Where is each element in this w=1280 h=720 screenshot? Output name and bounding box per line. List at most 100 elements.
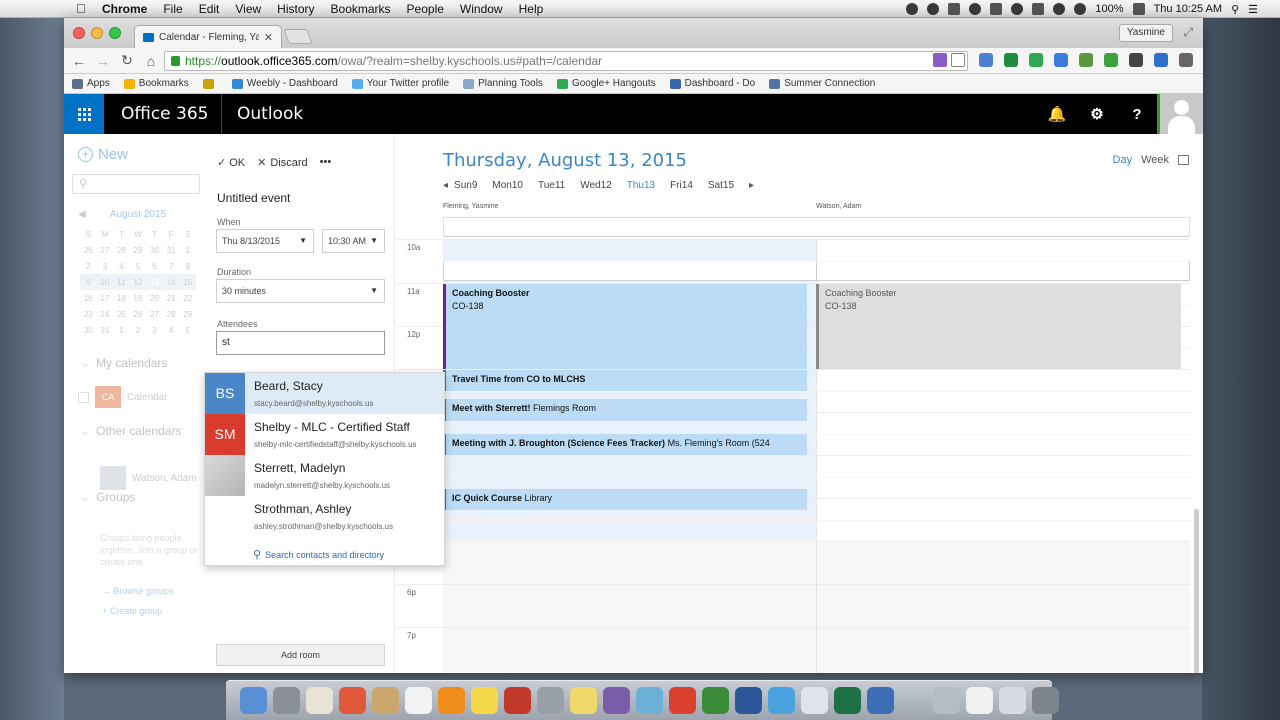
app-icon[interactable] xyxy=(603,686,630,714)
mini-day[interactable]: 22 xyxy=(179,290,196,306)
bookmark-item[interactable]: Summer Connection xyxy=(769,78,875,89)
chrome-icon[interactable] xyxy=(339,686,366,714)
status-icon[interactable] xyxy=(990,3,1003,15)
outlook-app-name[interactable]: Outlook xyxy=(237,104,303,124)
new-event-button[interactable]: + New xyxy=(78,146,128,163)
bookmark-item[interactable]: Weebly - Dashboard xyxy=(231,78,338,89)
app-icon[interactable] xyxy=(306,686,333,714)
menu-edit[interactable]: Edit xyxy=(199,2,220,16)
zoom-window-button[interactable] xyxy=(109,27,121,39)
day-sat[interactable]: Sat15 xyxy=(708,180,734,191)
mini-day[interactable]: 2 xyxy=(80,258,97,274)
mini-day[interactable]: 15 xyxy=(179,274,196,290)
app-icon[interactable] xyxy=(372,686,399,714)
other-calendars-section[interactable]: ⌄ Other calendars xyxy=(80,424,181,438)
mini-day[interactable]: 4 xyxy=(163,322,180,338)
event-meet-sterrett[interactable]: Meet with Sterrett! Flemings Room xyxy=(443,399,807,421)
mini-day[interactable]: 4 xyxy=(113,258,130,274)
calendar-icon[interactable] xyxy=(405,686,432,714)
chrome-menu-icon[interactable] xyxy=(1179,53,1193,67)
suggestion-beard-stacy[interactable]: BS Beard, Stacy stacy.beard@shelby.kysch… xyxy=(205,373,444,414)
itunes-icon[interactable] xyxy=(801,686,828,714)
app-icon[interactable] xyxy=(867,686,894,714)
menu-history[interactable]: History xyxy=(277,2,314,16)
app-icon[interactable] xyxy=(669,686,696,714)
trash-icon[interactable] xyxy=(1032,686,1059,714)
mini-day[interactable]: 26 xyxy=(130,306,147,322)
bookmark-item[interactable]: Dashboard - Do xyxy=(669,78,755,89)
preferences-icon[interactable] xyxy=(537,686,564,714)
scrollbar[interactable] xyxy=(1194,509,1199,673)
address-bar[interactable]: https://outlook.office365.com/owa/?realm… xyxy=(164,51,968,71)
mini-day[interactable]: 31 xyxy=(163,242,180,258)
extension-icon[interactable] xyxy=(1054,53,1068,67)
tab-calendar[interactable]: Calendar - Fleming, Yasmine ✕ xyxy=(134,25,282,48)
profile-button[interactable]: Yasmine xyxy=(1118,24,1173,42)
mini-day[interactable]: 12 xyxy=(129,274,147,290)
mini-day[interactable]: 18 xyxy=(113,290,130,306)
wifi-icon[interactable] xyxy=(1053,3,1066,15)
close-window-button[interactable] xyxy=(73,27,85,39)
calendar-checkbox[interactable] xyxy=(78,391,89,403)
help-icon[interactable]: ? xyxy=(1117,94,1157,134)
mini-day[interactable]: 23 xyxy=(80,306,97,322)
extension-icon[interactable] xyxy=(933,53,947,67)
mini-day[interactable]: 9 xyxy=(80,274,97,290)
app-icon[interactable] xyxy=(768,686,795,714)
mini-day[interactable]: 21 xyxy=(163,290,180,306)
mini-day[interactable]: 26 xyxy=(80,242,97,258)
volume-icon[interactable] xyxy=(1074,3,1087,15)
finder-icon[interactable] xyxy=(240,686,267,714)
groups-section[interactable]: ⌄ Groups xyxy=(80,490,135,504)
launchpad-icon[interactable] xyxy=(273,686,300,714)
back-button[interactable]: ← xyxy=(72,53,86,69)
new-event-slot-watson[interactable] xyxy=(816,261,1190,281)
menu-help[interactable]: Help xyxy=(519,2,544,16)
more-options-icon[interactable]: ••• xyxy=(320,156,332,169)
menu-view[interactable]: View xyxy=(235,2,261,16)
mini-day[interactable]: 14 xyxy=(162,274,180,290)
evernote-icon[interactable] xyxy=(702,686,729,714)
extension-icon[interactable] xyxy=(1029,53,1043,67)
event-coaching-booster-watson[interactable]: Coaching Booster CO-138 xyxy=(816,284,1181,369)
mini-day[interactable]: 16 xyxy=(80,290,97,306)
mini-day[interactable]: 30 xyxy=(146,242,163,258)
mini-day[interactable]: 20 xyxy=(146,290,163,306)
browse-groups-link[interactable]: → Browse groups xyxy=(102,586,174,596)
menu-people[interactable]: People xyxy=(407,2,444,16)
day-mon[interactable]: Mon10 xyxy=(492,180,523,191)
suggestion-mlc-certified-staff[interactable]: SM Shelby - MLC - Certified Staff shelby… xyxy=(205,414,444,455)
status-icon[interactable] xyxy=(1032,3,1045,15)
mini-day[interactable]: 11 xyxy=(113,274,130,290)
bookmark-item[interactable] xyxy=(202,78,218,89)
event-ic-quick-course[interactable]: IC Quick Course Library xyxy=(443,489,807,510)
battery-percent[interactable]: 100% xyxy=(1095,3,1123,15)
day-sun[interactable]: Sun9 xyxy=(454,180,477,191)
notification-center-icon[interactable]: ☰ xyxy=(1248,3,1258,16)
mini-day[interactable]: 3 xyxy=(146,322,163,338)
menu-window[interactable]: Window xyxy=(460,2,503,16)
event-title-field[interactable]: Untitled event xyxy=(217,191,290,205)
home-button[interactable]: ⌂ xyxy=(144,53,158,69)
day-fri[interactable]: Fri14 xyxy=(670,180,693,191)
bookmark-item[interactable]: Google+ Hangouts xyxy=(556,78,656,89)
gear-icon[interactable]: ⚙ xyxy=(1077,94,1117,134)
mini-day[interactable]: 19 xyxy=(130,290,147,306)
day-thu[interactable]: Thu13 xyxy=(627,180,655,191)
clock[interactable]: Thu 10:25 AM xyxy=(1154,3,1223,15)
status-icon[interactable] xyxy=(969,3,982,15)
app-icon[interactable] xyxy=(933,686,960,714)
mini-day[interactable]: 27 xyxy=(97,242,114,258)
week-view-button[interactable]: Week xyxy=(1141,154,1169,166)
mini-day[interactable]: 1 xyxy=(179,242,196,258)
app-launcher-icon[interactable] xyxy=(64,94,104,134)
document-icon[interactable] xyxy=(966,686,993,714)
stickies-icon[interactable] xyxy=(471,686,498,714)
mini-day[interactable]: 25 xyxy=(113,306,130,322)
excel-icon[interactable] xyxy=(834,686,861,714)
minimize-window-button[interactable] xyxy=(91,27,103,39)
mini-day[interactable]: 28 xyxy=(113,242,130,258)
day-tue[interactable]: Tue11 xyxy=(538,180,565,191)
status-icon[interactable] xyxy=(1011,3,1024,15)
mini-day[interactable]: 29 xyxy=(130,242,147,258)
